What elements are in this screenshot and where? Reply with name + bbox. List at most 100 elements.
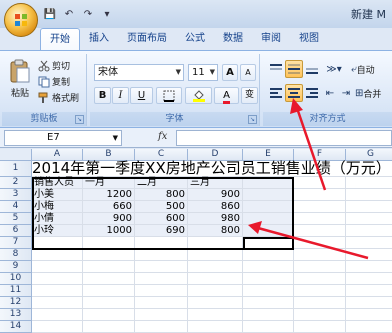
grow-font-button[interactable]: A	[222, 64, 238, 81]
cell-g3[interactable]	[346, 189, 392, 201]
align-bottom-button[interactable]	[303, 60, 321, 78]
row-header-13[interactable]: 13	[0, 309, 32, 321]
cell-f13[interactable]	[294, 309, 346, 321]
row-header-2[interactable]: 2	[0, 177, 32, 189]
fill-color-button[interactable]	[185, 87, 212, 104]
row-header-12[interactable]: 12	[0, 297, 32, 309]
cell-d9[interactable]	[188, 261, 243, 273]
cell-g12[interactable]	[346, 297, 392, 309]
name-box[interactable]: E7 ▼	[4, 130, 122, 146]
cell-f11[interactable]	[294, 285, 346, 297]
customize-qat-icon[interactable]: ▾	[99, 7, 115, 22]
cell-c13[interactable]	[135, 309, 188, 321]
merge-center-button[interactable]: ⊞ 合并	[355, 84, 391, 102]
cell-d14[interactable]	[188, 321, 243, 333]
cell-f8[interactable]	[294, 249, 346, 261]
align-right-button[interactable]	[303, 84, 321, 102]
cell-g2[interactable]	[346, 177, 392, 189]
clipboard-dialog-launcher[interactable]: ↘	[75, 115, 84, 124]
tab-data[interactable]: 数据	[214, 28, 252, 50]
cell-b9[interactable]	[83, 261, 135, 273]
cell-c9[interactable]	[135, 261, 188, 273]
paste-button[interactable]: 粘贴	[4, 56, 36, 108]
cell-b12[interactable]	[83, 297, 135, 309]
cell-b13[interactable]	[83, 309, 135, 321]
tab-view[interactable]: 视图	[290, 28, 328, 50]
formula-input[interactable]	[176, 130, 392, 146]
cell-a14[interactable]	[32, 321, 83, 333]
cell-e14[interactable]	[243, 321, 294, 333]
cell-c10[interactable]	[135, 273, 188, 285]
increase-indent-button[interactable]: ⇥	[337, 84, 355, 102]
save-icon[interactable]: 💾	[42, 7, 58, 22]
cell-d10[interactable]	[188, 273, 243, 285]
cell-f7[interactable]	[294, 237, 346, 249]
bold-button[interactable]: B	[94, 87, 111, 104]
row-header-5[interactable]: 5	[0, 213, 32, 225]
font-dialog-launcher[interactable]: ↘	[248, 115, 257, 124]
cell-g13[interactable]	[346, 309, 392, 321]
cell-b11[interactable]	[83, 285, 135, 297]
format-painter-button[interactable]: 格式刷	[38, 90, 79, 105]
cell-e9[interactable]	[243, 261, 294, 273]
tab-formulas[interactable]: 公式	[176, 28, 214, 50]
cell-f3[interactable]	[294, 189, 346, 201]
cut-button[interactable]: 剪切	[38, 58, 70, 73]
cell-e12[interactable]	[243, 297, 294, 309]
align-center-button[interactable]	[285, 84, 303, 102]
shrink-font-button[interactable]: A	[240, 64, 256, 81]
cell-b8[interactable]	[83, 249, 135, 261]
cell-b10[interactable]	[83, 273, 135, 285]
cell-e11[interactable]	[243, 285, 294, 297]
row-header-8[interactable]: 8	[0, 249, 32, 261]
cell-g6[interactable]	[346, 225, 392, 237]
wrap-text-button[interactable]: ⤶ 自动	[351, 60, 389, 78]
cell-e13[interactable]	[243, 309, 294, 321]
row-header-6[interactable]: 6	[0, 225, 32, 237]
cell-f2[interactable]	[294, 177, 346, 189]
copy-button[interactable]: 复制	[38, 74, 70, 89]
undo-icon[interactable]: ↶	[61, 7, 77, 22]
cell-c8[interactable]	[135, 249, 188, 261]
tab-page-layout[interactable]: 页面布局	[118, 28, 176, 50]
tab-insert[interactable]: 插入	[80, 28, 118, 50]
italic-button[interactable]: I	[112, 87, 129, 104]
align-top-button[interactable]	[267, 60, 285, 78]
cell-g8[interactable]	[346, 249, 392, 261]
cell-g14[interactable]	[346, 321, 392, 333]
cell-g7[interactable]	[346, 237, 392, 249]
cell-f5[interactable]	[294, 213, 346, 225]
cell-a9[interactable]	[32, 261, 83, 273]
cell-f9[interactable]	[294, 261, 346, 273]
cell-a10[interactable]	[32, 273, 83, 285]
cell-f14[interactable]	[294, 321, 346, 333]
row-header-4[interactable]: 4	[0, 201, 32, 213]
cell-e8[interactable]	[243, 249, 294, 261]
border-button[interactable]	[156, 87, 182, 104]
underline-button[interactable]: U	[130, 87, 153, 104]
insert-function-button[interactable]: fx	[158, 131, 167, 142]
cell-a8[interactable]	[32, 249, 83, 261]
office-button[interactable]	[4, 3, 38, 37]
cell-b14[interactable]	[83, 321, 135, 333]
cell-f12[interactable]	[294, 297, 346, 309]
row-header-14[interactable]: 14	[0, 321, 32, 333]
cell-g9[interactable]	[346, 261, 392, 273]
cell-c11[interactable]	[135, 285, 188, 297]
row-header-10[interactable]: 10	[0, 273, 32, 285]
row-header-11[interactable]: 11	[0, 285, 32, 297]
cell-g11[interactable]	[346, 285, 392, 297]
font-size-select[interactable]: 11 ▼	[188, 64, 218, 81]
cell-g4[interactable]	[346, 201, 392, 213]
cell-d12[interactable]	[188, 297, 243, 309]
cell-a13[interactable]	[32, 309, 83, 321]
cell-d11[interactable]	[188, 285, 243, 297]
cell-g10[interactable]	[346, 273, 392, 285]
sheet-title-cell[interactable]: 2014年第一季度XX房地产公司员工销售业绩（万元）	[32, 159, 391, 178]
redo-icon[interactable]: ↷	[80, 7, 96, 22]
cell-d13[interactable]	[188, 309, 243, 321]
row-header-7[interactable]: 7	[0, 237, 32, 249]
row-header-3[interactable]: 3	[0, 189, 32, 201]
cell-c12[interactable]	[135, 297, 188, 309]
orientation-button[interactable]: ≫▾	[321, 60, 347, 78]
